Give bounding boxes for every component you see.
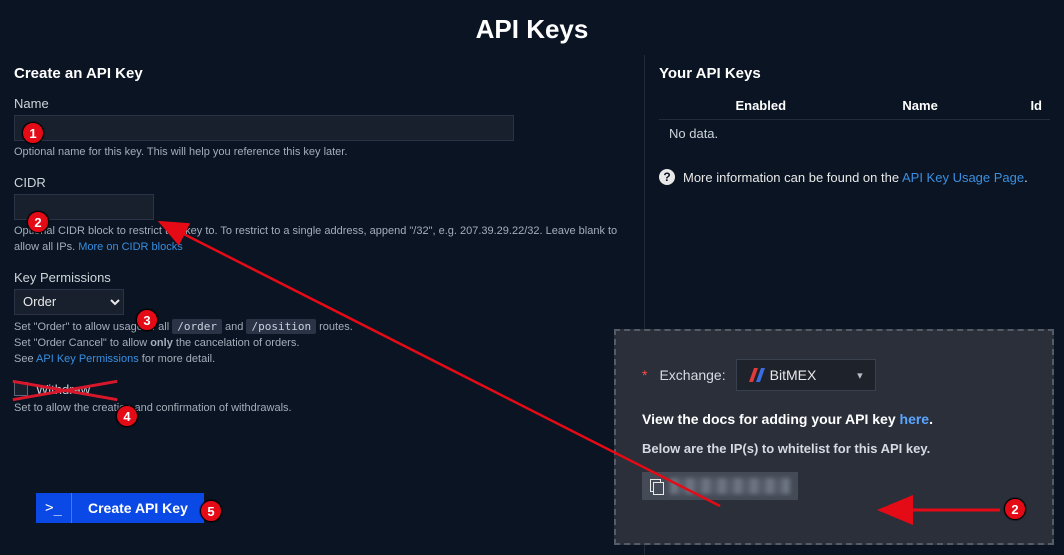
api-usage-link[interactable]: API Key Usage Page bbox=[902, 170, 1024, 185]
ips-line: Below are the IP(s) to whitelist for thi… bbox=[642, 441, 1026, 456]
col-id: Id bbox=[986, 98, 1042, 113]
cidr-more-link[interactable]: More on CIDR blocks bbox=[78, 241, 183, 253]
name-input[interactable] bbox=[14, 115, 514, 141]
docs-line: View the docs for adding your API key he… bbox=[642, 411, 1026, 427]
create-api-key-panel: Create an API Key Name Optional name for… bbox=[0, 55, 645, 555]
name-label: Name bbox=[14, 96, 630, 111]
your-keys-title: Your API Keys bbox=[659, 65, 1050, 82]
withdraw-checkbox[interactable] bbox=[14, 382, 28, 396]
permissions-link[interactable]: API Key Permissions bbox=[36, 353, 139, 365]
exchange-value: BitMEX bbox=[770, 367, 817, 383]
badge-2: 2 bbox=[27, 211, 49, 233]
cidr-helper: Optional CIDR block to restrict this key… bbox=[14, 224, 630, 256]
copy-ip-button[interactable] bbox=[642, 472, 798, 500]
create-button-row: >_ Create API Key bbox=[36, 493, 204, 523]
ip-row bbox=[642, 472, 1026, 500]
exchange-label: Exchange: bbox=[659, 367, 725, 383]
ip-blurred bbox=[670, 478, 790, 494]
terminal-icon: >_ bbox=[36, 493, 72, 523]
route-order: /order bbox=[172, 319, 222, 334]
withdraw-helper: Set to allow the creation and confirmati… bbox=[14, 401, 630, 417]
col-name: Name bbox=[855, 98, 986, 113]
chevron-down-icon: ▾ bbox=[857, 369, 863, 382]
cidr-label: CIDR bbox=[14, 175, 630, 190]
docs-here-link[interactable]: here bbox=[900, 411, 930, 427]
keys-table-header: Enabled Name Id bbox=[659, 92, 1050, 120]
whitelist-overlay: * Exchange: BitMEX ▾ View the docs for a… bbox=[614, 329, 1054, 545]
info-row: ? More information can be found on the A… bbox=[659, 169, 1050, 185]
permissions-select[interactable]: Order bbox=[14, 289, 124, 315]
badge-1: 1 bbox=[22, 122, 44, 144]
withdraw-field: Withdraw Set to allow the creation and c… bbox=[14, 382, 630, 417]
exchange-select[interactable]: BitMEX ▾ bbox=[736, 359, 876, 391]
required-star: * bbox=[642, 367, 647, 383]
permissions-field: Key Permissions Order Set "Order" to all… bbox=[14, 270, 630, 368]
create-title: Create an API Key bbox=[14, 65, 630, 82]
badge-5: 5 bbox=[200, 500, 222, 522]
badge-2-overlay: 2 bbox=[1004, 498, 1026, 520]
badge-3: 3 bbox=[136, 309, 158, 331]
permissions-label: Key Permissions bbox=[14, 270, 630, 285]
cidr-field: CIDR Optional CIDR block to restrict thi… bbox=[14, 175, 630, 256]
name-field: Name Optional name for this key. This wi… bbox=[14, 96, 630, 161]
no-data-row: No data. bbox=[659, 120, 1050, 147]
name-helper: Optional name for this key. This will he… bbox=[14, 145, 630, 161]
info-icon: ? bbox=[659, 169, 675, 185]
copy-icon bbox=[650, 479, 664, 493]
bitmex-logo-icon bbox=[749, 368, 765, 382]
permissions-helper: Set "Order" to allow usage of all /order… bbox=[14, 319, 630, 368]
route-position: /position bbox=[246, 319, 316, 334]
col-enabled: Enabled bbox=[667, 98, 855, 113]
create-api-key-button[interactable]: Create API Key bbox=[72, 493, 204, 523]
withdraw-label: Withdraw bbox=[36, 382, 90, 397]
page-title: API Keys bbox=[0, 14, 1064, 45]
badge-4: 4 bbox=[116, 405, 138, 427]
